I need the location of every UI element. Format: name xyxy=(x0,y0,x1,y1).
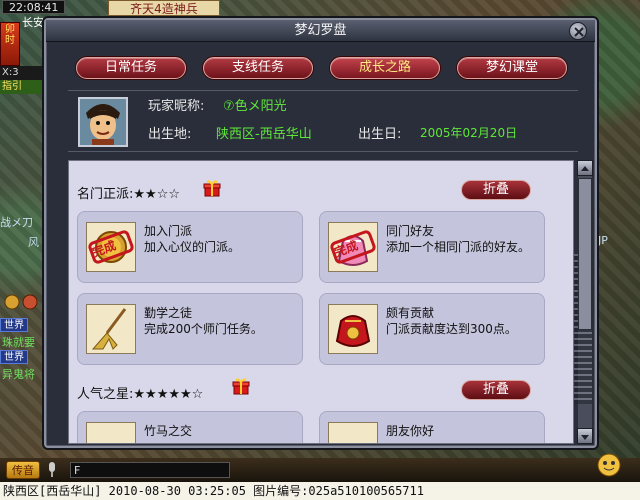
gift-box-icon[interactable] xyxy=(203,179,221,197)
achievement-card[interactable]: 完成 加入门派 加入心仪的门派。 xyxy=(77,211,303,283)
tab-side-tasks[interactable]: 支线任务 xyxy=(203,57,313,79)
birthday-value: 2005年02月20日 xyxy=(420,126,518,140)
card-title: 勤学之徒 xyxy=(144,306,193,320)
achievement-panel[interactable]: 名门正派:★★☆☆ 折叠 完成 加入门派 加入心仪的门派。 完成 同门好友 添加… xyxy=(68,160,574,444)
arrow-up-icon xyxy=(581,166,589,171)
background-label-left: 战メ刀 xyxy=(0,216,33,229)
chat-message: 异鬼将 xyxy=(2,368,35,381)
send-voice-button[interactable]: 传音 xyxy=(6,461,40,479)
card-description: 门派贡献度达到300点。 xyxy=(386,322,517,336)
birthday-label: 出生日: xyxy=(358,127,402,142)
arrow-down-icon xyxy=(581,435,589,440)
scroll-icon xyxy=(328,422,378,443)
tab-growth-path[interactable]: 成长之路 xyxy=(330,57,440,79)
dialog-title: 梦幻罗盘 xyxy=(294,23,347,38)
card-description: 完成200个师门任务。 xyxy=(144,322,263,336)
card-title: 竹马之交 xyxy=(144,424,193,438)
coordinate-readout: X:3 xyxy=(0,66,46,80)
card-description: 添加一个相同门派的好友。 xyxy=(386,240,531,254)
tab-dream-classroom[interactable]: 梦幻课堂 xyxy=(457,57,567,79)
scrollbar-thumb[interactable] xyxy=(578,178,592,330)
player-profile: 玩家昵称: ⑦色メ阳光 出生地: 陕西区-西岳华山 出生日: 2005年02月2… xyxy=(68,90,578,152)
chat-channel-tag[interactable]: 世界 xyxy=(0,350,28,364)
chat-input[interactable]: F xyxy=(70,462,230,478)
fold-button[interactable]: 折叠 xyxy=(461,180,531,200)
close-button[interactable] xyxy=(569,22,587,40)
scroll-icon xyxy=(86,422,136,443)
nickname-label: 玩家昵称: xyxy=(148,99,205,114)
card-title: 颇有贡献 xyxy=(386,306,435,320)
section-title-popularity: 人气之星:★★★★★☆ xyxy=(77,387,204,402)
close-icon xyxy=(574,27,584,37)
background-label-right: JP xyxy=(598,234,608,247)
section-title-sect: 名门正派:★★☆☆ xyxy=(77,187,180,202)
achievement-card[interactable]: 勤学之徒 完成200个师门任务。 xyxy=(77,293,303,365)
birthplace-label: 出生地: xyxy=(148,127,192,142)
card-title: 同门好友 xyxy=(386,224,435,238)
pet-face-icon[interactable] xyxy=(596,452,622,478)
achievement-card[interactable]: 朋友你好 xyxy=(319,411,545,443)
achievement-card[interactable]: 颇有贡献 门派贡献度达到300点。 xyxy=(319,293,545,365)
card-title: 加入门派 xyxy=(144,224,193,238)
chat-message: 珠就要 xyxy=(2,336,35,349)
card-description: 加入心仪的门派。 xyxy=(144,240,241,254)
achievement-card[interactable]: 完成 同门好友 添加一个相同门派的好友。 xyxy=(319,211,545,283)
scroll-down-button[interactable] xyxy=(577,428,593,444)
guide-button[interactable]: 指引 xyxy=(0,80,46,94)
screenshot-status-bar: 陕西区[西岳华山] 2010-08-30 03:25:05 图片编号:025a5… xyxy=(0,482,640,500)
avatar xyxy=(78,97,128,147)
dream-compass-dialog: 梦幻罗盘 日常任务 支线任务 成长之路 梦幻课堂 玩家昵称: ⑦色メ阳光 出生地… xyxy=(44,18,597,448)
fold-button[interactable]: 折叠 xyxy=(461,380,531,400)
birthplace-value: 陕西区-西岳华山 xyxy=(216,127,312,142)
game-clock: 22:08:41 xyxy=(2,0,66,14)
background-label-wind: 风 xyxy=(28,236,39,249)
tab-daily-tasks[interactable]: 日常任务 xyxy=(76,57,186,79)
chat-channel-icons[interactable] xyxy=(4,294,40,310)
microphone-icon[interactable] xyxy=(46,461,58,479)
card-title: 朋友你好 xyxy=(386,424,435,438)
broom-icon xyxy=(86,304,136,354)
achievement-card[interactable]: 竹马之交 xyxy=(77,411,303,443)
scroll-up-button[interactable] xyxy=(577,160,593,176)
character-portrait-icon xyxy=(80,99,126,145)
nickname-value: ⑦色メ阳光 xyxy=(223,99,287,114)
top-notice-banner[interactable]: 齐天4造神兵 xyxy=(108,0,220,16)
chat-channel-tag[interactable]: 世界 xyxy=(0,318,28,332)
shichen-indicator: 卯时 xyxy=(0,22,20,66)
red-pouch-icon xyxy=(328,304,378,354)
gift-box-icon[interactable] xyxy=(232,377,250,395)
